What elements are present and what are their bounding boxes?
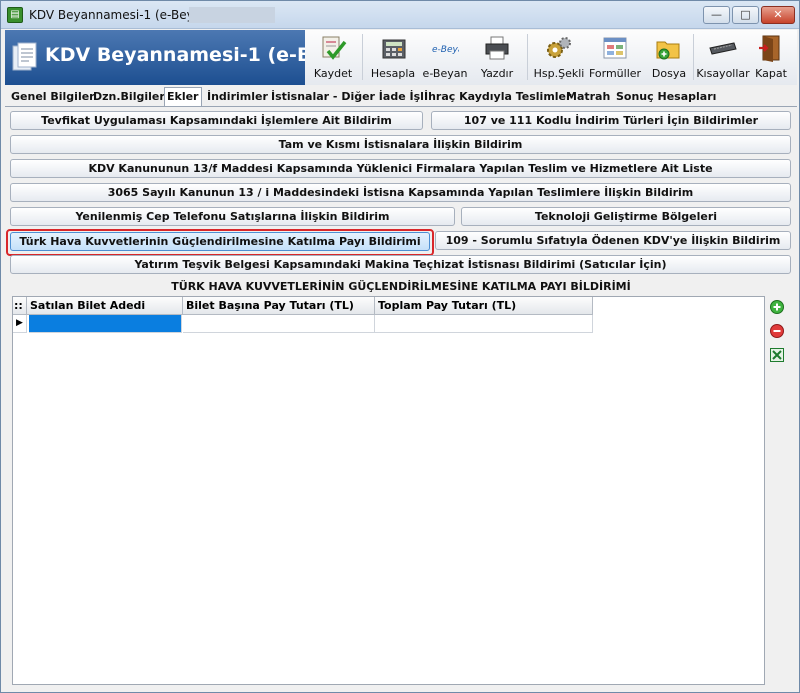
printer-icon [485,36,509,60]
window-title: KDV Beyannamesi-1 (e-Beyan) [29,8,214,22]
app-icon: ▤ [7,7,23,23]
tab-matrah[interactable]: Matrah [564,89,612,107]
title-redaction [189,7,275,23]
delete-row-icon[interactable] [769,323,785,339]
tab-strip: Genel Bilgiler Dzn.Bilgileri Ekler İndir… [5,87,797,107]
tab-indirimler[interactable]: İndirimler [205,89,270,107]
gears-icon [547,37,571,58]
exit-door-icon [759,35,780,62]
toolbar-separator [527,34,528,80]
toolbar-separator [362,34,363,80]
banner-title-area: KDV Beyannamesi-1 (e-Beyan) [5,30,305,85]
grid-cell[interactable] [375,315,593,333]
close-window-button[interactable]: ✕ [761,6,795,24]
file-button[interactable]: Dosya [643,32,695,82]
banner-title: KDV Beyannamesi-1 (e-Beyan) [45,44,305,66]
column-header-bilet-adedi[interactable]: Satılan Bilet Adedi [27,297,183,315]
ebeyan-button[interactable]: e-Beyan e-Beyan [419,32,471,82]
save-check-icon [322,36,347,60]
minimize-button[interactable]: — [703,6,730,24]
tab-dzn-bilgileri[interactable]: Dzn.Bilgileri [91,89,171,107]
exit-button[interactable]: Kapat [747,32,795,82]
data-grid[interactable]: :: Satılan Bilet Adedi Bilet Başına Pay … [12,296,765,685]
print-button[interactable]: Yazdır [471,32,523,82]
ekler-panel: Tevfikat Uygulaması Kapsamındaki İşlemle… [5,106,797,690]
document-icon [12,42,37,71]
toolbar-separator [693,34,694,80]
toolbar: Kaydet Hesapla e-Beyan e-Beyan [305,30,797,85]
calc-method-button[interactable]: Hsp.Şekli [531,32,587,82]
calculate-button[interactable]: Hesapla [367,32,419,82]
kdv-13f-button[interactable]: KDV Kanununun 13/f Maddesi Kapsamında Yü… [10,159,791,178]
excel-export-icon[interactable] [769,347,785,363]
tab-ekler[interactable]: Ekler [164,87,202,107]
tab-ihrac-kaydiyla[interactable]: İhraç Kaydıyla Teslimler [422,89,573,107]
kod-107-111-button[interactable]: 107 ve 111 Kodlu İndirim Türleri İçin Bi… [431,111,791,130]
column-header-bilet-basina-pay[interactable]: Bilet Başına Pay Tutarı (TL) [183,297,375,315]
title-bar: ▤ KDV Beyannamesi-1 (e-Beyan) — □ ✕ [1,1,799,29]
tab-sonuc-hesaplari[interactable]: Sonuç Hesapları [614,89,718,107]
section-title: TÜRK HAVA KUVVETLERİNİN GÜÇLENDİRİLMESİN… [171,280,631,293]
formulas-button[interactable]: Formüller [587,32,643,82]
kod-109-button[interactable]: 109 - Sorumlu Sıfatıyla Ödenen KDV'ye İl… [435,231,791,250]
formulas-icon [603,37,627,59]
grid-corner: :: [13,297,27,315]
ebeyan-icon: e-Beyan [432,45,459,55]
folder-icon [656,41,680,60]
tam-kismi-istisna-button[interactable]: Tam ve Kısmı İstisnalara İlişkin Bildiri… [10,135,791,154]
maximize-button[interactable]: □ [732,6,759,24]
grid-cell[interactable] [29,315,182,333]
svg-text:e-Beyan: e-Beyan [432,45,459,55]
column-header-toplam-pay[interactable]: Toplam Pay Tutarı (TL) [375,297,593,315]
kanun-3065-button[interactable]: 3065 Sayılı Kanunun 13 / i Maddesindeki … [10,183,791,202]
selection-highlight [6,229,434,256]
tevfikat-button[interactable]: Tevfikat Uygulaması Kapsamındaki İşlemle… [10,111,423,130]
shortcuts-button[interactable]: Kısayollar [695,32,751,82]
grid-cell[interactable] [183,315,375,333]
header-banner: KDV Beyannamesi-1 (e-Beyan) Kaydet [5,30,797,85]
tab-istisnalar[interactable]: İstisnalar - Diğer İade İşl. [269,89,430,107]
tab-genel-bilgiler[interactable]: Genel Bilgiler [9,89,97,107]
row-indicator: ▶ [13,315,27,333]
yatirim-tesvik-button[interactable]: Yatırım Teşvik Belgesi Kapsamındaki Maki… [10,255,791,274]
keyboard-icon [709,42,737,55]
calculator-icon [382,39,406,59]
cep-telefonu-button[interactable]: Yenilenmiş Cep Telefonu Satışlarına İliş… [10,207,455,226]
teknoloji-button[interactable]: Teknoloji Geliştirme Bölgeleri [461,207,791,226]
add-row-icon[interactable] [769,299,785,315]
save-button[interactable]: Kaydet [307,32,359,82]
application-window: ▤ KDV Beyannamesi-1 (e-Beyan) — □ ✕ KDV … [0,0,800,693]
